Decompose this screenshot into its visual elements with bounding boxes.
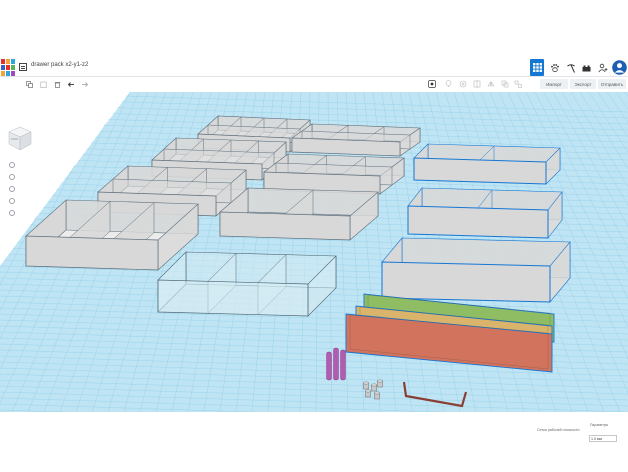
- document-title[interactable]: drawer pack x2-y1-z2: [31, 62, 88, 68]
- pickaxe-icon: [567, 63, 575, 73]
- ungroup-button[interactable]: [513, 79, 523, 89]
- avatar-icon: [611, 60, 627, 75]
- redo-icon: [82, 81, 89, 87]
- zoom-in-button[interactable]: [9, 186, 15, 192]
- workplane-scene[interactable]: [0, 90, 628, 412]
- workplane-grid-info[interactable]: Сетка рабочей плоскости: [537, 428, 580, 432]
- drawer-box-11[interactable]: [407, 187, 563, 239]
- fit-view-button[interactable]: [9, 174, 15, 180]
- drawer-box-10[interactable]: [381, 237, 571, 303]
- import-button[interactable]: Импорт: [540, 79, 568, 89]
- mirror-icon: [487, 80, 495, 87]
- purple-pegs[interactable]: [326, 347, 346, 381]
- align-icon: [473, 80, 481, 88]
- drawer-box-transparent[interactable]: [157, 251, 337, 317]
- drawer-box-7[interactable]: [219, 187, 379, 241]
- view-cube[interactable]: [8, 126, 32, 152]
- add-user-icon: [598, 63, 608, 72]
- home-view-button[interactable]: [9, 162, 15, 168]
- tinkercad-logo[interactable]: [1, 59, 15, 76]
- brick-button[interactable]: [580, 59, 592, 76]
- shape-outline-icon: [459, 80, 467, 88]
- light-bulb-button[interactable]: [443, 79, 453, 89]
- zoom-out-button[interactable]: [9, 198, 15, 204]
- pickaxe-button[interactable]: [564, 59, 578, 76]
- paste-button[interactable]: [38, 79, 48, 89]
- copy-icon: [25, 80, 33, 88]
- delete-button[interactable]: [52, 79, 62, 89]
- undo-icon: [67, 81, 74, 87]
- 3d-viewport[interactable]: Сетка рабочей плоскости Параметры 1.0 мм: [0, 90, 628, 442]
- ungroup-icon: [514, 80, 522, 88]
- send-button[interactable]: Отправить: [598, 79, 626, 89]
- paste-icon: [40, 81, 47, 88]
- mirror-button[interactable]: [486, 79, 496, 89]
- perspective-button[interactable]: [9, 210, 15, 216]
- paw-icon: [551, 63, 559, 72]
- top-bar: drawer pack x2-y1-z2: [0, 58, 628, 77]
- grid-view-icon: [532, 63, 542, 72]
- drawer-box-9[interactable]: [291, 123, 421, 157]
- shape-outline-button[interactable]: [458, 79, 468, 89]
- document-icon: [19, 63, 27, 71]
- note-icon: [428, 80, 436, 88]
- group-icon: [501, 80, 509, 88]
- trash-icon: [54, 81, 60, 88]
- export-button[interactable]: Экспорт: [570, 79, 596, 89]
- grid-view-button[interactable]: [530, 59, 544, 76]
- note-button[interactable]: [427, 79, 437, 89]
- brick-icon: [582, 65, 590, 71]
- user-avatar[interactable]: [611, 59, 627, 76]
- drawer-box-8[interactable]: [263, 153, 405, 195]
- edit-toolbar: Импорт Экспорт Отправить: [0, 78, 628, 90]
- snap-grid-label: Параметры: [590, 423, 609, 427]
- group-button[interactable]: [500, 79, 510, 89]
- paw-button[interactable]: [548, 59, 562, 76]
- tinkercad-editor: drawer pack x2-y1-z2 Импорт Экспорт Отпр…: [0, 58, 628, 442]
- undo-button[interactable]: [66, 79, 76, 89]
- add-user-button[interactable]: [597, 59, 609, 76]
- align-button[interactable]: [472, 79, 482, 89]
- copy-button[interactable]: [24, 79, 34, 89]
- light-bulb-icon: [445, 80, 451, 87]
- snap-grid-select[interactable]: 1.0 мм: [589, 435, 617, 442]
- drawer-box-12[interactable]: [413, 143, 561, 185]
- redo-button[interactable]: [80, 79, 90, 89]
